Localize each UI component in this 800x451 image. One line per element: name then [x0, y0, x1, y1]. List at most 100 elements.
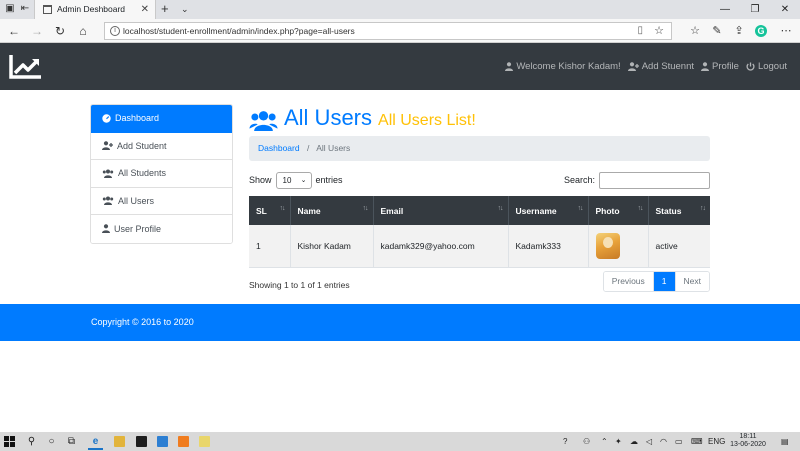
cortana-icon[interactable]: ○	[44, 434, 59, 449]
welcome-text: Welcome Kishor Kadam!	[516, 61, 621, 72]
address-text: localhost/student-enrollment/admin/index…	[123, 26, 355, 36]
profile-text: Profile	[712, 61, 739, 72]
gauge-icon	[102, 114, 111, 123]
add-student-link[interactable]: Add Stuennt	[627, 61, 694, 72]
previous-page-button[interactable]: Previous	[603, 272, 653, 291]
cloud-icon[interactable]: ☁	[630, 432, 638, 451]
tab-title: Admin Deshboard	[57, 4, 126, 14]
tab-preview-icon[interactable]: ⇤	[19, 3, 31, 15]
windows-start-icon[interactable]	[4, 436, 15, 447]
sidebar-item-label: User Profile	[114, 223, 162, 234]
user-icon	[102, 224, 110, 234]
tab-actions-icon[interactable]: ▣	[4, 3, 16, 15]
column-header-photo[interactable]: Photo ↑↓	[588, 196, 649, 225]
page-title: All Users	[284, 105, 373, 130]
minimize-icon[interactable]: —	[710, 0, 740, 19]
cell-status: active	[648, 225, 710, 268]
home-icon[interactable]: ⌂	[75, 23, 91, 39]
people-icon[interactable]: ⚇	[583, 432, 590, 451]
column-header-label: Photo	[595, 205, 620, 216]
terminal-icon[interactable]	[136, 436, 147, 447]
column-header-username[interactable]: Username ↑↓	[508, 196, 589, 225]
next-page-button[interactable]: Next	[674, 272, 709, 291]
clock[interactable]: 18:11 13-06-2020	[726, 433, 770, 449]
pen-icon[interactable]: ✎	[709, 23, 725, 39]
users-table: SL ↑↓ Name ↑↓ Email ↑↓ Username ↑↓ Photo ↑↓ S…	[249, 196, 710, 268]
windows-taskbar: ⚲ ○ ⧉ e ? ⚇ ⌃ ✦ ☁ ◁ ◠ ▭ ⌨ ENG 18:11 13-0…	[0, 432, 800, 451]
copyright-text: Copyright © 2016 to 2020	[91, 317, 194, 327]
keyboard-icon[interactable]: ⌨	[691, 432, 703, 451]
chevron-down-icon[interactable]: ⌄	[181, 0, 189, 19]
edge-browser-icon[interactable]: e	[88, 434, 103, 450]
table-info: Showing 1 to 1 of 1 entries	[249, 280, 350, 290]
share-icon[interactable]: ⇪	[731, 23, 747, 39]
sidebar-item-label: All Students	[118, 168, 167, 179]
column-header-status[interactable]: Status ↑↓	[648, 196, 710, 225]
column-header-label: SL	[256, 205, 267, 216]
notifications-icon[interactable]: ▤	[781, 432, 789, 451]
column-header-name[interactable]: Name ↑↓	[290, 196, 374, 225]
search-icon[interactable]: ⚲	[24, 434, 39, 449]
wifi-icon[interactable]: ◠	[660, 432, 667, 451]
sidebar-item-label: All Users	[118, 195, 155, 206]
user-icon	[505, 62, 514, 71]
cell-username: Kadamk333	[508, 225, 589, 268]
back-arrow-icon[interactable]: ←	[6, 23, 22, 39]
close-tab-icon[interactable]: ✕	[141, 0, 149, 19]
welcome-link[interactable]: Welcome Kishor Kadam!	[505, 61, 621, 72]
dropbox-icon[interactable]: ✦	[615, 432, 622, 451]
task-view-icon[interactable]: ⧉	[64, 434, 79, 449]
favorite-star-icon[interactable]: ☆	[654, 23, 664, 39]
browser-tab[interactable]: Admin Deshboard ✕	[34, 0, 156, 19]
app-icon[interactable]	[157, 436, 168, 447]
breadcrumb-current: All Users	[316, 143, 351, 153]
search-input[interactable]	[599, 171, 710, 189]
notepad-icon[interactable]	[199, 436, 210, 447]
sidebar-item-all-students[interactable]: All Students	[91, 160, 232, 188]
reading-view-icon[interactable]: ▯	[637, 23, 643, 39]
profile-link[interactable]: Profile	[701, 61, 739, 72]
entries-select[interactable]: 10 ⌄	[275, 171, 312, 189]
refresh-icon[interactable]: ↻	[52, 23, 68, 39]
chart-line-logo-icon[interactable]	[9, 53, 43, 81]
browser-tab-bar: ▣ ⇤ Admin Deshboard ✕ + ⌄ — ❐ ✕	[0, 0, 800, 19]
sidebar-item-all-users[interactable]: All Users	[91, 187, 232, 215]
file-explorer-icon[interactable]	[114, 436, 125, 447]
sidebar-item-user-profile[interactable]: User Profile	[91, 215, 232, 243]
battery-icon[interactable]: ▭	[675, 432, 683, 451]
column-header-label: Email	[380, 205, 404, 216]
user-plus-icon	[102, 141, 113, 151]
restore-icon[interactable]: ❐	[740, 0, 770, 19]
language-indicator[interactable]: ENG	[708, 432, 725, 451]
volume-icon[interactable]: ◁	[646, 432, 652, 451]
logout-link[interactable]: Logout	[746, 61, 787, 72]
address-bar[interactable]: i localhost/student-enrollment/admin/ind…	[104, 22, 672, 40]
sidebar-item-label: Add Student	[117, 140, 167, 151]
more-menu-icon[interactable]: ⋯	[778, 23, 794, 39]
table-search: Search:	[564, 171, 710, 189]
user-plus-icon	[627, 62, 639, 71]
column-header-email[interactable]: Email ↑↓	[373, 196, 509, 225]
table-row: 1 Kishor Kadam kadamk329@yahoo.com Kadam…	[249, 225, 710, 268]
grammarly-icon[interactable]: G	[755, 25, 767, 37]
info-icon[interactable]: i	[110, 26, 120, 36]
sidebar-item-dashboard[interactable]: Dashboard	[91, 105, 232, 133]
new-tab-button[interactable]: +	[161, 0, 169, 18]
cell-email: kadamk329@yahoo.com	[373, 225, 509, 268]
favorites-icon[interactable]: ☆	[687, 23, 703, 39]
breadcrumb-dashboard-link[interactable]: Dashboard	[258, 143, 300, 153]
help-icon[interactable]: ?	[563, 432, 567, 451]
forward-arrow-icon[interactable]: →	[29, 23, 45, 39]
xampp-icon[interactable]	[178, 436, 189, 447]
search-label: Search:	[563, 175, 595, 185]
close-window-icon[interactable]: ✕	[770, 0, 800, 19]
page-1-button[interactable]: 1	[652, 272, 675, 291]
sort-icon: ↑↓	[700, 205, 706, 212]
logout-text: Logout	[757, 61, 787, 72]
column-header-label: Username	[515, 205, 557, 216]
entries-label: entries	[315, 175, 343, 185]
column-header-sl[interactable]: SL ↑↓	[249, 196, 291, 225]
chevron-up-icon[interactable]: ⌃	[601, 432, 608, 451]
sidebar-item-add-student[interactable]: Add Student	[91, 132, 232, 160]
sort-icon: ↑↓	[637, 205, 644, 212]
